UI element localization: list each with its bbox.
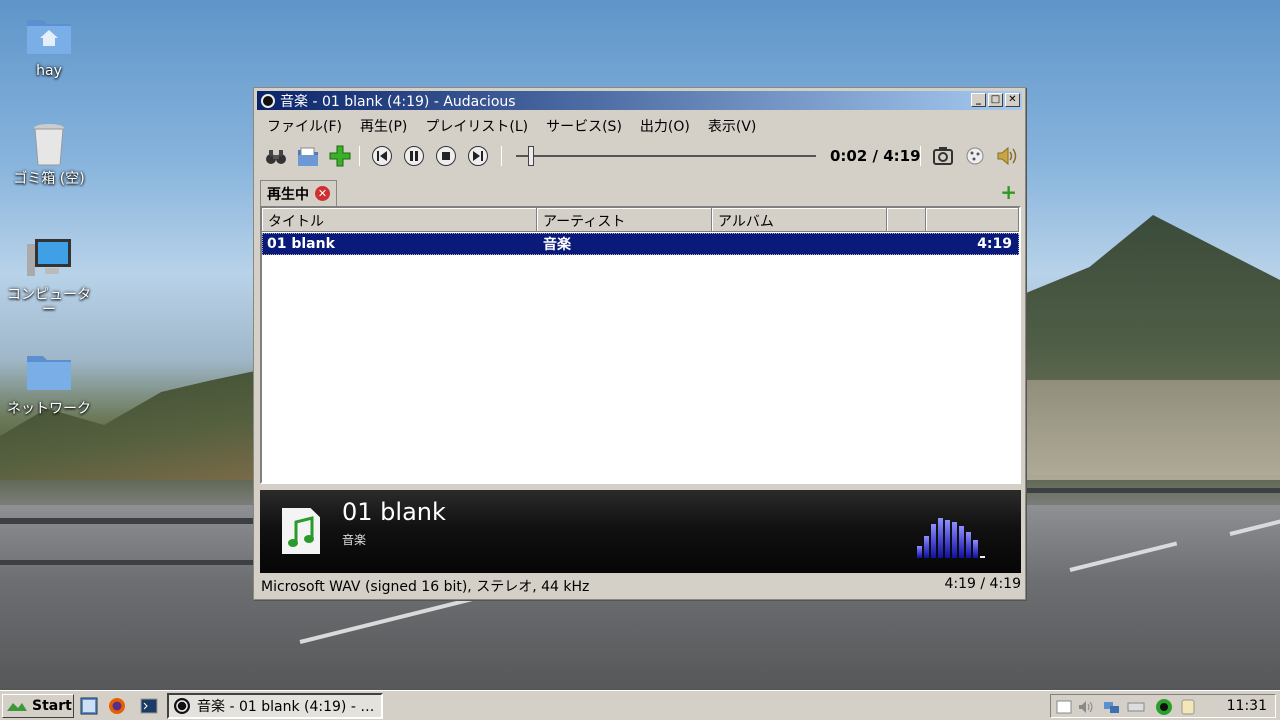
- desktop-icon-label: ゴミ箱 (空): [13, 171, 85, 187]
- start-label: Start: [32, 698, 72, 714]
- taskbar-audacious-button[interactable]: 音楽 - 01 blank (4:19) - …: [167, 693, 383, 719]
- desktop-icon-trash[interactable]: ゴミ箱 (空): [1, 120, 97, 187]
- seek-slider-handle[interactable]: [528, 146, 535, 166]
- system-tray: 11:31: [1050, 694, 1276, 718]
- shuffle-icon[interactable]: [963, 144, 987, 168]
- toolbar: 0:02 / 4:19: [258, 140, 1023, 172]
- volume-icon[interactable]: [995, 144, 1019, 168]
- window-title: 音楽 - 01 blank (4:19) - Audacious: [280, 93, 516, 110]
- network-folder-icon: [25, 350, 73, 398]
- column-album[interactable]: アルバム: [712, 208, 887, 232]
- time-display: 0:02 / 4:19: [830, 147, 921, 165]
- row-artist: 音楽: [543, 237, 571, 253]
- playlist-row[interactable]: 01 blank 音楽 4:19: [262, 233, 1019, 255]
- seek-slider[interactable]: [516, 155, 816, 157]
- menu-output[interactable]: 出力(O): [631, 114, 699, 136]
- menubar: ファイル(F) 再生(P) プレイリスト(L) サービス(S) 出力(O) 表示…: [258, 114, 765, 136]
- network-tray-icon[interactable]: [1103, 698, 1121, 716]
- visualizer-bar: [980, 556, 985, 558]
- playlist-view: タイトル アーティスト アルバム 01 blank 音楽 4:19: [260, 206, 1021, 484]
- desktop-icon-home[interactable]: hay: [1, 12, 97, 79]
- toolbar-separator: [920, 146, 921, 166]
- start-logo-icon: [7, 703, 27, 711]
- audacious-window: 音楽 - 01 blank (4:19) - Audacious _ □ ✕ フ…: [253, 87, 1026, 600]
- tab-now-playing[interactable]: 再生中 ✕: [260, 180, 337, 206]
- add-playlist-icon[interactable]: +: [1000, 182, 1017, 202]
- previous-track-button[interactable]: [372, 146, 392, 166]
- desktop-icon-label: hay: [36, 63, 62, 79]
- desktop-icon-label: コンピューター: [7, 287, 91, 318]
- visualizer-bar: [917, 546, 922, 558]
- audacious-app-icon: [261, 93, 275, 108]
- album-art-music-note-icon: [282, 508, 320, 554]
- wallpaper-town: [1026, 380, 1280, 480]
- add-files-icon[interactable]: [328, 144, 352, 168]
- clipboard-tray-icon[interactable]: [1179, 698, 1197, 716]
- row-title: 01 blank: [267, 236, 335, 252]
- notes-tray-icon[interactable]: [1055, 698, 1073, 716]
- now-playing-title: 01 blank: [342, 498, 446, 526]
- status-bar: Microsoft WAV (signed 16 bit), ステレオ, 44 …: [261, 576, 1021, 596]
- menu-services[interactable]: サービス(S): [537, 114, 631, 136]
- column-extra[interactable]: [887, 208, 926, 232]
- keyboard-tray-icon[interactable]: [1127, 698, 1145, 716]
- start-button[interactable]: Start: [2, 694, 74, 718]
- clock[interactable]: 11:31: [1227, 698, 1267, 714]
- taskbar: Start 音楽 - 01 blank (4:19) - … 11:31: [0, 690, 1280, 720]
- file-manager-icon[interactable]: [80, 697, 98, 715]
- toolbar-separator: [359, 146, 360, 166]
- now-playing-artist: 音楽: [342, 533, 367, 547]
- pause-button[interactable]: [404, 146, 424, 166]
- visualizer-bar: [945, 520, 950, 558]
- visualizer-bar: [931, 524, 936, 558]
- wallpaper-railing: [1026, 488, 1280, 493]
- desktop-icon-label: ネットワーク: [7, 401, 91, 417]
- visualizer-bar: [924, 536, 929, 558]
- open-files-icon[interactable]: [296, 144, 320, 168]
- menu-file[interactable]: ファイル(F): [258, 114, 351, 136]
- status-time: 4:19 / 4:19: [944, 576, 1022, 592]
- firefox-icon[interactable]: [108, 697, 126, 715]
- column-artist[interactable]: アーティスト: [537, 208, 712, 232]
- visualizer-bar: [973, 540, 978, 558]
- menu-playback[interactable]: 再生(P): [351, 114, 416, 136]
- next-track-button[interactable]: [468, 146, 488, 166]
- audacious-task-icon: [174, 698, 190, 714]
- playlist-tabbar: 再生中 ✕ +: [258, 178, 1023, 206]
- status-ok-tray-icon[interactable]: [1155, 698, 1173, 716]
- desktop-icon-network[interactable]: ネットワーク: [1, 350, 97, 417]
- visualizer-bar: [959, 526, 964, 558]
- visualizer-bar: [966, 532, 971, 558]
- search-binoculars-icon[interactable]: [264, 144, 288, 168]
- tab-label: 再生中: [267, 186, 309, 203]
- visualizer-bar: [938, 518, 943, 558]
- menu-playlist[interactable]: プレイリスト(L): [416, 114, 537, 136]
- row-length: 4:19: [977, 236, 1012, 252]
- home-folder-icon: [25, 12, 73, 60]
- column-title[interactable]: タイトル: [262, 208, 537, 232]
- column-length[interactable]: [926, 208, 1019, 232]
- computer-icon: [25, 236, 73, 284]
- wallpaper-railing: [0, 560, 253, 565]
- menu-view[interactable]: 表示(V): [699, 114, 766, 136]
- now-playing-info-area: 01 blank 音楽: [260, 490, 1021, 573]
- playlist-header: タイトル アーティスト アルバム: [262, 208, 1019, 232]
- toolbar-separator: [501, 146, 502, 166]
- window-titlebar[interactable]: 音楽 - 01 blank (4:19) - Audacious _ □ ✕: [257, 91, 1022, 110]
- taskbar-task-label: 音楽 - 01 blank (4:19) - …: [197, 699, 375, 715]
- close-button[interactable]: ✕: [1005, 93, 1020, 107]
- volume-tray-icon[interactable]: [1077, 698, 1095, 716]
- maximize-button[interactable]: □: [988, 93, 1003, 107]
- repeat-icon[interactable]: [931, 144, 955, 168]
- visualizer-bar: [952, 522, 957, 558]
- desktop-icon-computer[interactable]: コンピューター: [1, 236, 97, 318]
- stop-button[interactable]: [436, 146, 456, 166]
- minimize-button[interactable]: _: [971, 93, 986, 107]
- close-tab-icon[interactable]: ✕: [315, 186, 330, 201]
- status-format: Microsoft WAV (signed 16 bit), ステレオ, 44 …: [261, 579, 590, 595]
- terminal-icon[interactable]: [140, 697, 158, 715]
- spectrum-visualizer: [915, 508, 995, 564]
- wallpaper-railing: [0, 518, 253, 524]
- trash-icon: [25, 120, 73, 168]
